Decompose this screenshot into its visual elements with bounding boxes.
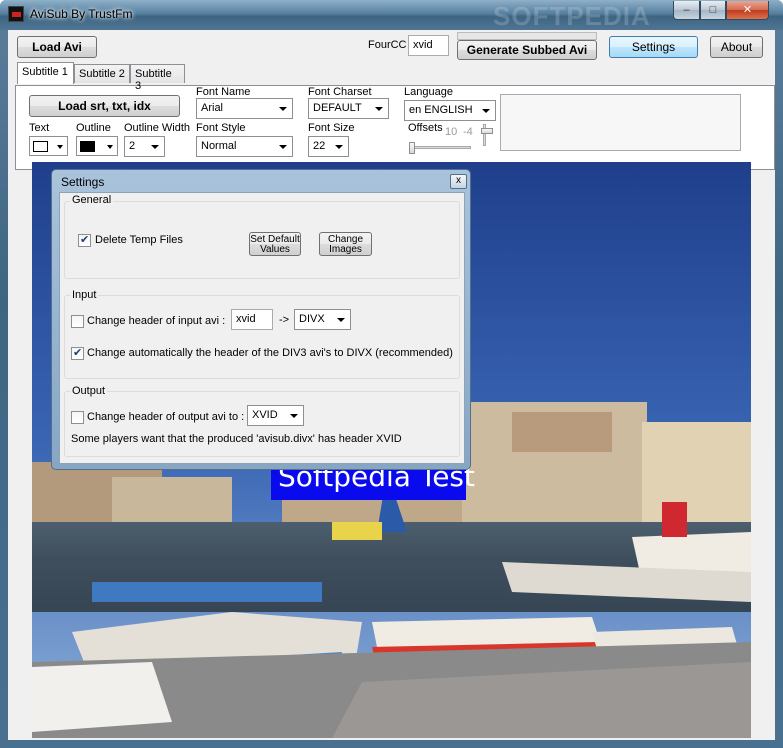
chevron-down-icon: [482, 109, 490, 113]
change-input-header-checkbox[interactable]: [71, 315, 84, 328]
input-target-value: DIVX: [299, 313, 325, 325]
progress-bar: [457, 32, 597, 40]
output-note: Some players want that the produced 'avi…: [71, 433, 402, 445]
outline-color-swatch: [80, 141, 95, 152]
generate-subbed-avi-button[interactable]: Generate Subbed Avi: [457, 40, 597, 60]
chevron-down-icon: [375, 107, 383, 111]
change-input-header-label: Change header of input avi :: [87, 315, 226, 327]
offset-x-value: 10: [445, 126, 458, 138]
offset-x-slider-thumb[interactable]: [409, 142, 415, 154]
change-images-button[interactable]: Change Images: [319, 232, 372, 256]
outline-width-label: Outline Width: [124, 122, 191, 134]
set-default-values-button[interactable]: Set Default Values: [249, 232, 301, 256]
settings-dialog-body: General Delete Temp Files Set Default Va…: [59, 192, 465, 464]
app-window: AviSub By TrustFm SOFTPEDIA – □ ✕ Load A…: [0, 0, 783, 748]
font-size-select[interactable]: 22: [308, 136, 349, 157]
minimize-button[interactable]: –: [673, 1, 700, 20]
font-style-label: Font Style: [196, 122, 246, 134]
chevron-down-icon: [107, 145, 113, 149]
language-label: Language: [404, 86, 453, 98]
tab-subtitle-1[interactable]: Subtitle 1: [17, 62, 74, 84]
font-preview-box: [500, 94, 741, 151]
watermark: SOFTPEDIA: [493, 1, 651, 31]
client-area: Load Avi FourCC xvid Generate Subbed Avi…: [8, 30, 775, 740]
font-name-select[interactable]: Arial: [196, 98, 293, 119]
fourcc-input[interactable]: xvid: [408, 35, 449, 56]
change-output-header-checkbox[interactable]: [71, 411, 84, 424]
outline-color-picker[interactable]: [76, 136, 118, 156]
text-color-label: Text: [29, 122, 50, 134]
chevron-down-icon: [57, 145, 63, 149]
output-fourcc-value: XVID: [252, 409, 278, 421]
outline-color-label: Outline: [76, 122, 111, 134]
output-fourcc-select[interactable]: XVID: [247, 405, 304, 426]
language-value: en ENGLISH: [409, 104, 473, 116]
offset-y-slider-thumb[interactable]: [481, 128, 493, 134]
delete-temp-label: Delete Temp Files: [95, 234, 183, 246]
maximize-button[interactable]: □: [700, 1, 726, 20]
change-output-header-label: Change header of output avi to :: [87, 411, 245, 423]
auto-change-header-checkbox[interactable]: [71, 346, 84, 360]
text-color-swatch: [33, 141, 48, 152]
outline-width-value: 2: [129, 140, 136, 152]
window-title: AviSub By TrustFm: [30, 7, 133, 21]
font-charset-select[interactable]: DEFAULT: [308, 98, 389, 119]
tab-subtitle-3[interactable]: Subtitle 3: [130, 64, 185, 92]
font-size-label: Font Size: [308, 122, 355, 134]
about-button[interactable]: About: [710, 36, 763, 58]
outline-width-select[interactable]: 2: [124, 136, 165, 157]
chevron-down-icon: [337, 318, 345, 322]
output-group-title: Output: [70, 385, 108, 397]
close-button[interactable]: ✕: [726, 1, 769, 20]
general-group-title: General: [70, 194, 114, 206]
chevron-down-icon: [290, 414, 298, 418]
chevron-down-icon: [279, 145, 287, 149]
title-bar[interactable]: AviSub By TrustFm SOFTPEDIA – □ ✕: [0, 0, 783, 31]
font-size-value: 22: [313, 140, 326, 152]
input-group: [64, 295, 460, 379]
font-name-label: Font Name: [196, 86, 251, 98]
font-charset-value: DEFAULT: [313, 102, 362, 114]
offsets-label: Offsets: [408, 122, 443, 134]
settings-close-button[interactable]: x: [450, 174, 467, 189]
font-style-value: Normal: [201, 140, 237, 152]
settings-dialog: Settings x General Delete Temp Files Set…: [51, 169, 471, 470]
delete-temp-checkbox[interactable]: [78, 233, 91, 247]
chevron-down-icon: [335, 145, 343, 149]
font-charset-label: Font Charset: [308, 86, 372, 98]
offset-x-slider[interactable]: [409, 146, 471, 149]
tab-subtitle-2[interactable]: Subtitle 2: [74, 64, 130, 83]
text-color-picker[interactable]: [29, 136, 68, 156]
settings-dialog-title: Settings: [61, 175, 105, 189]
offset-y-value: -4: [463, 126, 473, 138]
chevron-down-icon: [279, 107, 287, 111]
language-select[interactable]: en ENGLISH: [404, 100, 496, 121]
font-style-select[interactable]: Normal: [196, 136, 293, 157]
fourcc-label: FourCC: [368, 39, 407, 51]
input-target-select[interactable]: DIVX: [294, 309, 351, 330]
input-fourcc-field[interactable]: xvid: [231, 309, 273, 330]
input-group-title: Input: [70, 289, 99, 301]
font-name-value: Arial: [201, 102, 224, 114]
chevron-down-icon: [151, 145, 159, 149]
load-avi-button[interactable]: Load Avi: [17, 36, 97, 58]
app-icon: [8, 6, 24, 22]
input-arrow-label: ->: [279, 314, 290, 326]
settings-button[interactable]: Settings: [609, 36, 698, 58]
load-srt-button[interactable]: Load srt, txt, idx: [29, 95, 180, 117]
auto-change-header-label: Change automatically the header of the D…: [87, 347, 453, 359]
